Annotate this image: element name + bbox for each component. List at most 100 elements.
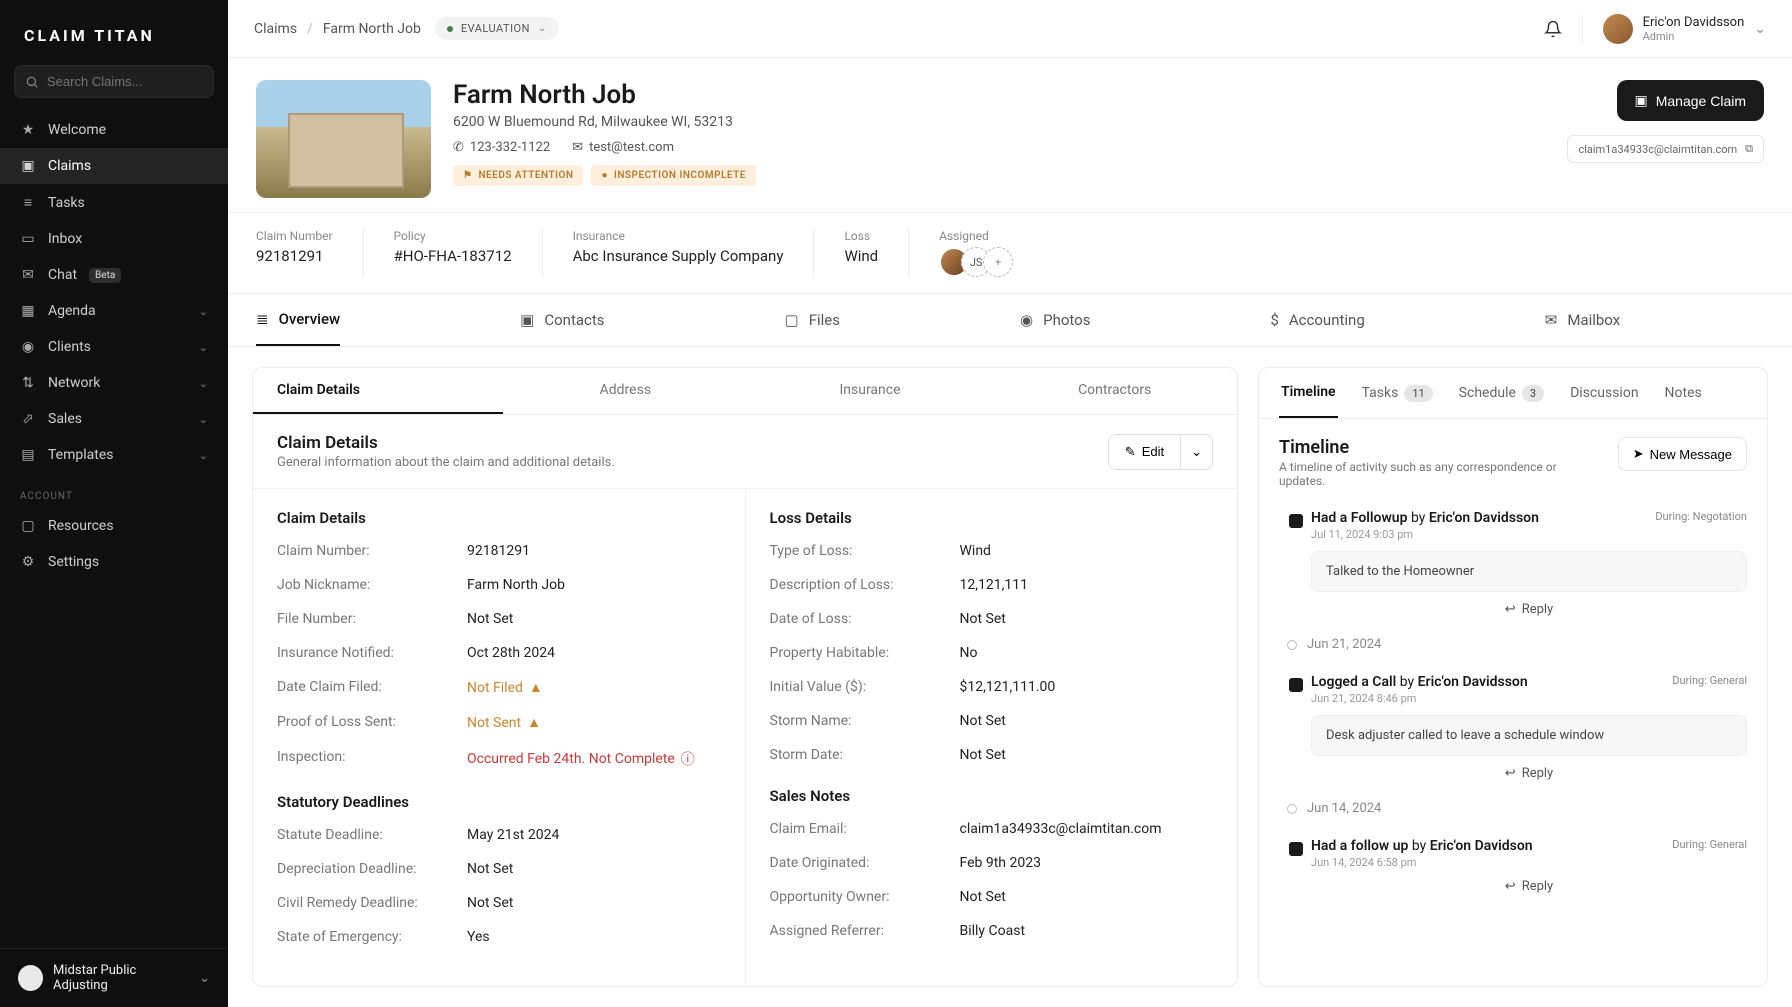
nav-label: Clients — [48, 339, 91, 355]
claim-details-col: Claim Details Claim Number:92181291 Job … — [253, 489, 746, 986]
kv-val: Billy Coast — [960, 923, 1026, 939]
nav-claims[interactable]: ▣Claims — [0, 148, 228, 184]
reply-icon: ↩ — [1505, 766, 1516, 781]
count-badge: 3 — [1522, 385, 1544, 402]
nav-label: Inbox — [48, 231, 82, 247]
nav-agenda[interactable]: ▦Agenda⌄ — [0, 293, 228, 329]
rtab-timeline[interactable]: Timeline — [1279, 368, 1338, 418]
search-box[interactable] — [14, 65, 214, 98]
rtab-discussion[interactable]: Discussion — [1568, 368, 1640, 418]
tab-overview[interactable]: ≣Overview — [256, 294, 340, 346]
kv-val: Not Set — [960, 713, 1006, 729]
date-label: Jun 14, 2024 — [1307, 801, 1381, 816]
rtab-notes[interactable]: Notes — [1663, 368, 1704, 418]
kv-key: Claim Email: — [770, 821, 960, 837]
manage-claim-button[interactable]: ▣ Manage Claim — [1617, 80, 1765, 121]
property-photo — [256, 80, 431, 198]
kv-key: Date Originated: — [770, 855, 960, 871]
nav-chat[interactable]: ✉ChatBeta — [0, 257, 228, 293]
tab-photos[interactable]: ◉Photos — [1020, 294, 1090, 346]
timeline-note: Desk adjuster called to leave a schedule… — [1311, 715, 1747, 756]
nav-templates[interactable]: ▤Templates⌄ — [0, 437, 228, 473]
user-menu[interactable]: Eric'on Davidsson Admin ⌄ — [1582, 14, 1766, 44]
meta-loss: Loss Wind — [844, 229, 909, 277]
nav-network[interactable]: ⇅Network⌄ — [0, 365, 228, 401]
kv-val: Farm North Job — [467, 577, 565, 593]
section-desc: General information about the claim and … — [277, 455, 615, 470]
kv-key: File Number: — [277, 611, 467, 627]
chevron-down-icon: ⌄ — [199, 449, 208, 462]
kv-key: Inspection: — [277, 749, 467, 769]
tab-mailbox[interactable]: ✉Mailbox — [1545, 294, 1620, 346]
button-label: Manage Claim — [1656, 93, 1746, 109]
nav-clients[interactable]: ◉Clients⌄ — [0, 329, 228, 365]
nav-welcome[interactable]: ★Welcome — [0, 112, 228, 148]
org-name: Midstar Public Adjusting — [53, 963, 189, 993]
kv-key: Civil Remedy Deadline: — [277, 895, 467, 911]
nav-label: Chat — [48, 267, 77, 283]
user-meta: Eric'on Davidsson Admin — [1643, 15, 1745, 43]
tab-contacts[interactable]: ▣Contacts — [520, 294, 604, 346]
bell-icon[interactable] — [1544, 20, 1562, 38]
alert-icon: ● — [601, 170, 608, 181]
subtab-address[interactable]: Address — [503, 368, 748, 414]
claim-email-chip[interactable]: claim1a34933c@claimtitan.com ⧉ — [1567, 135, 1764, 163]
breadcrumb-root[interactable]: Claims — [254, 21, 297, 37]
nav-sales[interactable]: ⬀Sales⌄ — [0, 401, 228, 437]
meta-value: Wind — [844, 247, 878, 265]
email[interactable]: ✉test@test.com — [572, 140, 674, 155]
network-icon: ⇅ — [20, 375, 36, 391]
details-panel: Claim Details Address Insurance Contract… — [252, 367, 1238, 987]
edit-dropdown-button[interactable]: ⌄ — [1181, 434, 1213, 470]
timeline-item: During: General Logged a Call by Eric'on… — [1287, 664, 1747, 789]
org-switcher[interactable]: Midstar Public Adjusting ⌄ — [0, 948, 228, 1007]
kv-key: Initial Value ($): — [770, 679, 960, 695]
mail-icon: ✉ — [572, 140, 583, 155]
nav-settings[interactable]: ⚙Settings — [0, 544, 228, 580]
chevron-down-icon: ⌄ — [199, 305, 208, 318]
rtab-tasks[interactable]: Tasks11 — [1360, 368, 1435, 418]
edit-button[interactable]: ✎Edit — [1108, 434, 1181, 470]
kv-key: Claim Number: — [277, 543, 467, 559]
copy-icon[interactable]: ⧉ — [1745, 142, 1753, 156]
nav-label: Templates — [48, 447, 114, 463]
chip-text: claim1a34933c@claimtitan.com — [1578, 143, 1737, 156]
tab-accounting[interactable]: $Accounting — [1270, 294, 1364, 346]
tab-label: Accounting — [1289, 311, 1365, 329]
kv-val: Not Filed▲ — [467, 679, 543, 696]
status-pill[interactable]: EVALUATION ⌄ — [435, 17, 559, 40]
reply-button[interactable]: ↩Reply — [1311, 602, 1747, 617]
user-role: Admin — [1643, 30, 1745, 43]
rtab-schedule[interactable]: Schedule 3 — [1457, 368, 1546, 418]
tab-label: Mailbox — [1567, 311, 1620, 329]
tab-files[interactable]: ▢Files — [785, 294, 840, 346]
reply-button[interactable]: ↩Reply — [1311, 879, 1747, 894]
col-title: Statutory Deadlines — [277, 793, 721, 811]
star-icon: ★ — [20, 122, 36, 138]
kv-key: Property Habitable: — [770, 645, 960, 661]
camera-icon: ◉ — [1020, 311, 1033, 329]
nav-tasks[interactable]: ≡Tasks — [0, 184, 228, 221]
new-message-button[interactable]: ➤New Message — [1618, 437, 1747, 471]
subtab-insurance[interactable]: Insurance — [748, 368, 993, 414]
subtab-contractors[interactable]: Contractors — [992, 368, 1237, 414]
nav-inbox[interactable]: ▭Inbox — [0, 221, 228, 257]
chevron-down-icon: ⌄ — [199, 341, 208, 354]
flag-needs-attention: ⚑NEEDS ATTENTION — [453, 165, 583, 186]
calendar-icon: ▦ — [20, 303, 36, 319]
kv-val: claim1a34933c@claimtitan.com — [960, 821, 1162, 837]
address: 6200 W Bluemound Rd, Milwaukee WI, 53213 — [453, 114, 756, 130]
timeline-note: Talked to the Homeowner — [1311, 551, 1747, 592]
phone[interactable]: ✆123-332-1122 — [453, 140, 550, 155]
tab-label: Files — [809, 311, 840, 329]
subtab-claim-details[interactable]: Claim Details — [253, 368, 503, 414]
reply-button[interactable]: ↩Reply — [1311, 766, 1747, 781]
search-input[interactable] — [47, 74, 223, 89]
meta-assigned: Assigned JS + — [939, 229, 1043, 277]
activity-tabs: Timeline Tasks11 Schedule 3 Discussion No… — [1259, 368, 1767, 419]
kv-val: $12,121,111.00 — [960, 679, 1056, 695]
ring-icon — [1287, 640, 1297, 650]
nav-resources[interactable]: ▢Resources — [0, 508, 228, 544]
rtab-label: Schedule — [1459, 385, 1516, 401]
add-assignee-button[interactable]: + — [983, 247, 1013, 277]
